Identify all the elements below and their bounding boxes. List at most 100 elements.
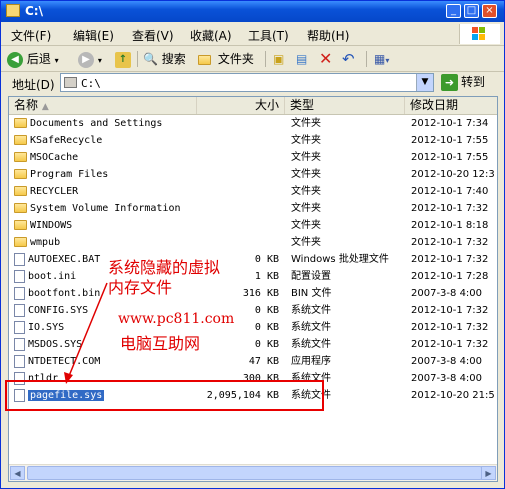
table-row[interactable]: System Volume Information 文件夹 2012-10-1 7:…	[9, 200, 497, 217]
forward-arrow-icon: ▶	[78, 51, 94, 68]
search-button[interactable]: 🔍 搜索	[143, 50, 186, 68]
table-row[interactable]: wmpub 文件夹 2012-10-1 7:32	[9, 234, 497, 251]
file-name: MSOCache	[14, 149, 78, 166]
column-type[interactable]: 类型	[285, 97, 405, 114]
table-row[interactable]: NTDETECT.COM 47 KB 应用程序 2007-3-8 4:00	[9, 353, 497, 370]
file-icon	[14, 354, 25, 368]
menu-help[interactable]: 帮助(H)	[307, 27, 349, 44]
table-row[interactable]: bootfont.bin 316 KB BIN 文件 2007-3-8 4:00	[9, 285, 497, 302]
folder-icon	[14, 186, 27, 196]
table-row[interactable]: AUTOEXEC.BAT 0 KB Windows 批处理文件 2012-10-1 7…	[9, 251, 497, 268]
annotation-site: 电脑互助网	[120, 334, 201, 353]
menu-favorites[interactable]: 收藏(A)	[190, 27, 232, 44]
folders-button[interactable]: 文件夹	[198, 50, 254, 68]
file-type: 系统文件	[291, 322, 331, 333]
folder-icon	[14, 152, 27, 162]
file-date: 2012-10-20 12:3	[411, 169, 495, 180]
file-date: 2007-3-8 4:00	[411, 356, 483, 367]
file-icon	[14, 337, 25, 351]
maximize-button[interactable]: □	[464, 4, 479, 18]
file-date: 2012-10-1 8:18	[411, 220, 489, 231]
menu-file[interactable]: 文件(F)	[11, 27, 51, 44]
table-row[interactable]: KSafeRecycle 文件夹 2012-10-1 7:55	[9, 132, 497, 149]
sort-arrow-icon: ▲	[41, 102, 49, 112]
file-name: MSDOS.SYS	[14, 336, 82, 353]
annotation-url: www.pc811.com	[118, 311, 235, 327]
column-modified[interactable]: 修改日期	[405, 97, 497, 114]
file-date: 2012-10-1 7:32	[411, 305, 489, 316]
drive-icon	[64, 77, 77, 88]
table-row[interactable]: MSDOS.SYS 0 KB 系统文件 2012-10-1 7:32	[9, 336, 497, 353]
folder-icon	[14, 220, 27, 230]
file-size: 47 KB	[248, 356, 279, 367]
table-row[interactable]: MSOCache 文件夹 2012-10-1 7:55	[9, 149, 497, 166]
file-name: Program Files	[14, 166, 108, 183]
move-to-icon[interactable]: ▣	[273, 50, 284, 68]
toolbar-divider	[265, 51, 266, 67]
forward-button[interactable]: ▶ ▾	[78, 50, 102, 68]
windows-flag-icon	[472, 27, 486, 41]
menu-view[interactable]: 查看(V)	[132, 27, 174, 44]
file-type: 文件夹	[291, 118, 321, 129]
views-icon[interactable]: ▦▾	[374, 50, 389, 68]
file-type: 文件夹	[291, 135, 321, 146]
horizontal-scrollbar[interactable]: ◀ ▶	[9, 464, 497, 481]
column-size[interactable]: 大小	[197, 97, 285, 114]
table-row[interactable]: IO.SYS 0 KB 系统文件 2012-10-1 7:32	[9, 319, 497, 336]
go-button[interactable]: ➜ 转到	[441, 73, 485, 92]
toolbar: ◀ 后退 ▾ ▶ ▾ ↑ 🔍 搜索 文件夹 ▣ ▤ ✕ ↶ ▦▾	[1, 47, 504, 72]
scroll-left-icon[interactable]: ◀	[10, 466, 25, 480]
file-type: 文件夹	[291, 169, 321, 180]
address-input[interactable]: C:\ ▼	[60, 73, 434, 92]
folder-icon	[14, 169, 27, 179]
file-type: 配置设置	[291, 271, 331, 282]
file-date: 2012-10-1 7:55	[411, 152, 489, 163]
folder-icon	[14, 203, 27, 213]
windows-logo	[459, 24, 500, 44]
copy-to-icon[interactable]: ▤	[296, 50, 307, 68]
address-value: C:\	[81, 77, 101, 90]
undo-icon[interactable]: ↶	[342, 50, 355, 68]
file-name: KSafeRecycle	[14, 132, 102, 149]
file-name: Documents and Settings	[14, 115, 162, 132]
file-name: System Volume Information	[14, 200, 181, 217]
up-folder-button[interactable]: ↑	[115, 50, 131, 68]
address-label: 地址(D)	[12, 78, 55, 92]
file-icon	[14, 252, 25, 266]
scroll-right-icon[interactable]: ▶	[481, 466, 496, 480]
table-row[interactable]: WINDOWS 文件夹 2012-10-1 8:18	[9, 217, 497, 234]
search-icon: 🔍	[143, 52, 158, 66]
toolbar-divider	[366, 51, 367, 67]
back-button[interactable]: ◀ 后退 ▾	[7, 50, 59, 68]
file-icon	[14, 269, 25, 283]
table-row[interactable]: Documents and Settings 文件夹 2012-10-1 7:34	[9, 115, 497, 132]
file-type: 文件夹	[291, 152, 321, 163]
file-list[interactable]: 名称 ▲ 大小 类型 修改日期 Documents and Settings 文件…	[8, 96, 498, 482]
file-type: 系统文件	[291, 339, 331, 350]
file-date: 2007-3-8 4:00	[411, 288, 483, 299]
table-row[interactable]: boot.ini 1 KB 配置设置 2012-10-1 7:28	[9, 268, 497, 285]
close-button[interactable]: ×	[482, 4, 497, 18]
annotation-line2: 内存文件	[108, 278, 173, 297]
file-name: boot.ini	[14, 268, 76, 285]
toolbar-divider	[137, 51, 138, 67]
menu-edit[interactable]: 编辑(E)	[73, 27, 114, 44]
menu-tools[interactable]: 工具(T)	[248, 27, 289, 44]
table-row[interactable]: CONFIG.SYS 0 KB 系统文件 2012-10-1 7:32	[9, 302, 497, 319]
scroll-thumb[interactable]	[27, 466, 482, 480]
table-row[interactable]: Program Files 文件夹 2012-10-20 12:3	[9, 166, 497, 183]
back-arrow-icon: ◀	[7, 51, 23, 68]
file-type: 文件夹	[291, 203, 321, 214]
file-type: 系统文件	[291, 305, 331, 316]
chevron-down-icon[interactable]: ▼	[416, 74, 433, 91]
file-icon	[14, 320, 25, 334]
column-name[interactable]: 名称 ▲	[9, 97, 197, 114]
file-icon	[14, 303, 25, 317]
file-type: 文件夹	[291, 186, 321, 197]
delete-icon[interactable]: ✕	[319, 50, 332, 68]
minimize-button[interactable]: _	[446, 4, 461, 18]
file-date: 2012-10-1 7:32	[411, 203, 489, 214]
file-name: IO.SYS	[14, 319, 64, 336]
title-bar[interactable]: C:\ _ □ ×	[1, 1, 504, 22]
table-row[interactable]: RECYCLER 文件夹 2012-10-1 7:40	[9, 183, 497, 200]
